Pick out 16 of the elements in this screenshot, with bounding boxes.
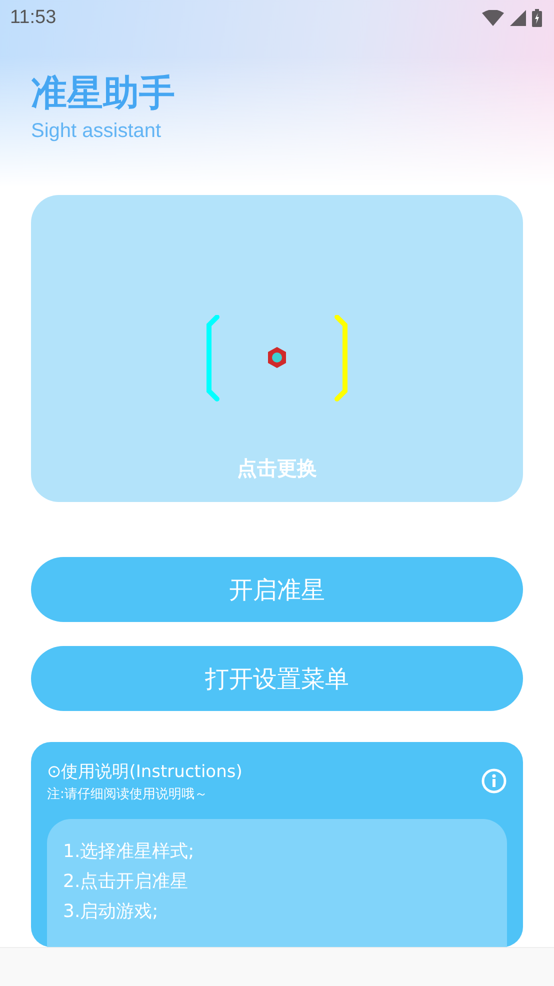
signal-icon (510, 10, 526, 26)
wifi-icon (482, 10, 504, 26)
enable-crosshair-button[interactable]: 开启准星 (31, 557, 523, 622)
settings-menu-button[interactable]: 打开设置菜单 (31, 646, 523, 712)
instructions-note: 注:请仔细阅读使用说明哦～ (47, 786, 208, 804)
crosshair-preview-card[interactable]: 点击更换 (31, 194, 523, 502)
app-title: 准星助手 (31, 72, 176, 116)
step-text: 3.启动游戏; (63, 900, 160, 924)
step-text: 1.选择准星样式; (63, 840, 196, 864)
info-icon[interactable] (481, 768, 507, 794)
instructions-title: ⊙使用说明(Instructions) (47, 761, 242, 784)
change-caption: 点击更换 (237, 454, 317, 482)
app-subtitle: Sight assistant (31, 120, 162, 143)
battery-icon (532, 9, 542, 27)
step-text: 2.点击开启准星 (63, 870, 190, 894)
status-time: 11:53 (10, 7, 56, 29)
